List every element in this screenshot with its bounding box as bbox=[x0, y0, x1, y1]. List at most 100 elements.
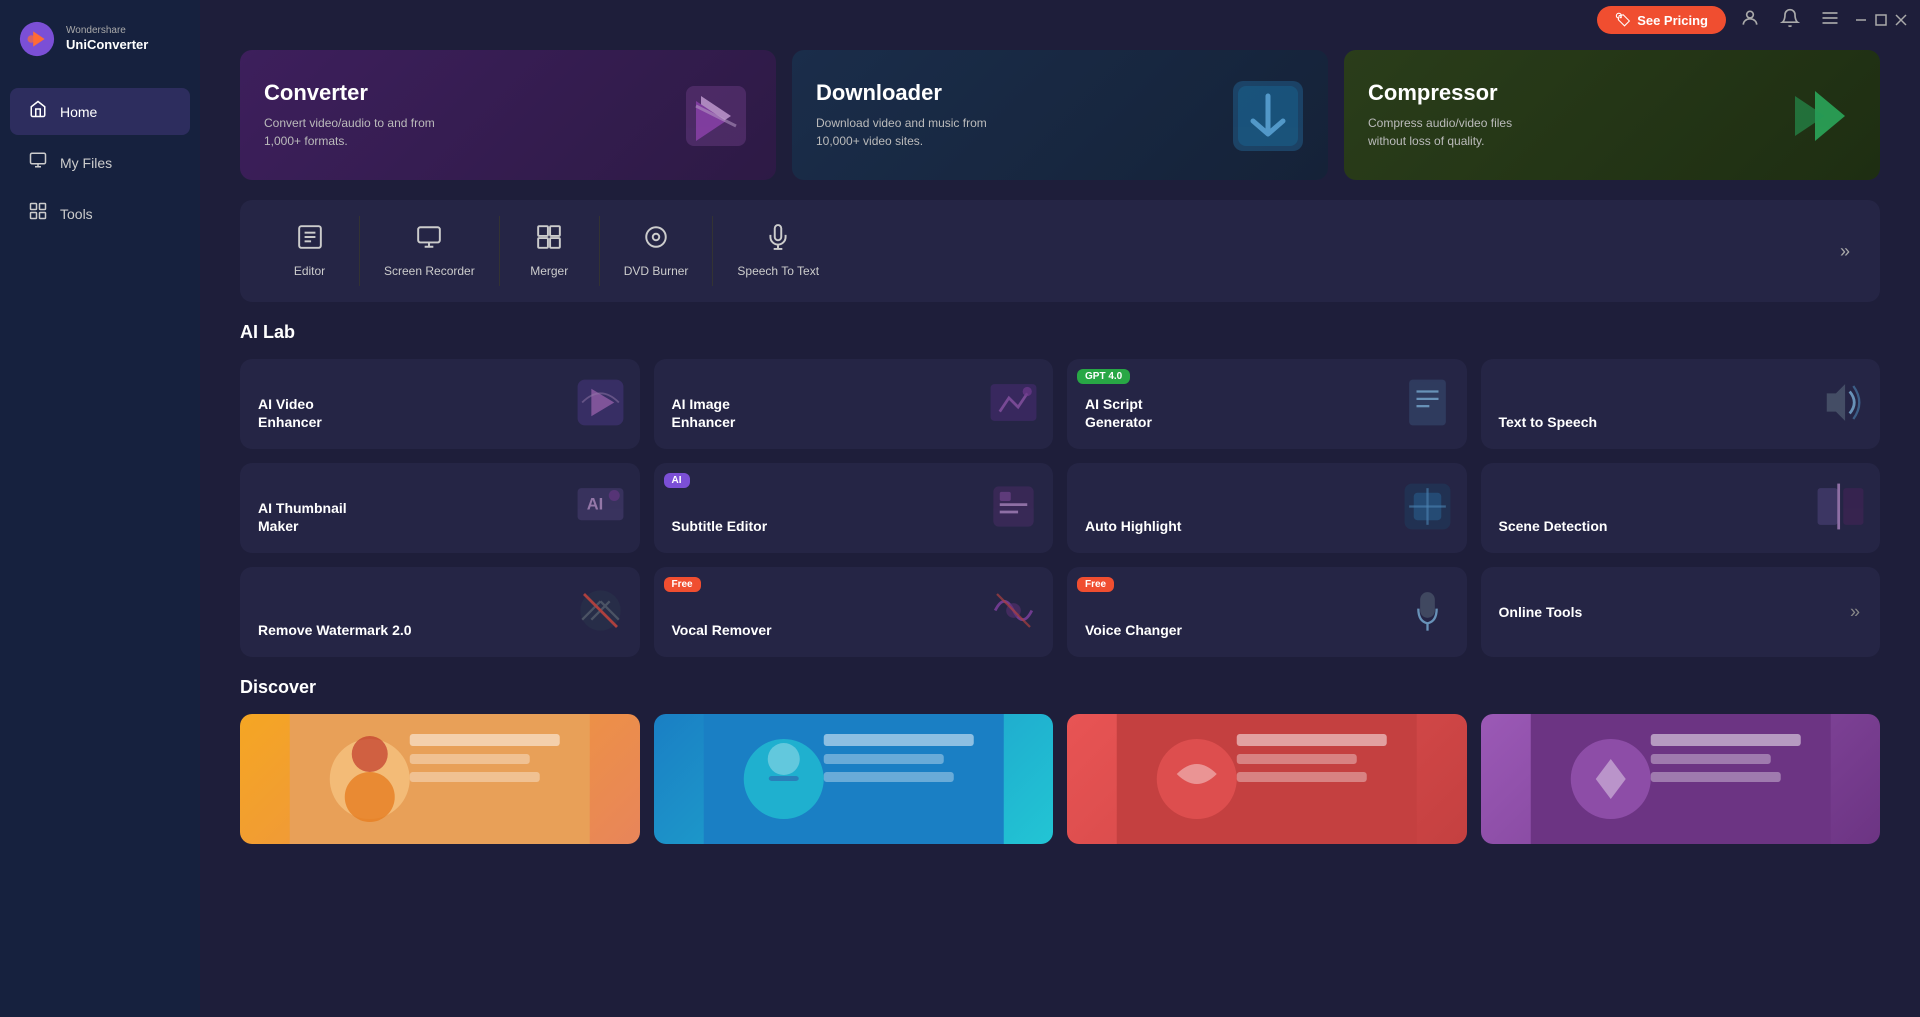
toolbar-items: Editor Screen Recorder bbox=[260, 216, 1830, 286]
vocal-remover-card[interactable]: Free Vocal Remover bbox=[654, 567, 1054, 657]
free-badge-vocal: Free bbox=[664, 577, 701, 592]
menu-icon[interactable] bbox=[1814, 4, 1846, 37]
scene-detection-label: Scene Detection bbox=[1499, 517, 1863, 535]
converter-desc: Convert video/audio to and from 1,000+ f… bbox=[264, 114, 444, 150]
ai-image-enhancer-label: AI ImageEnhancer bbox=[672, 395, 1036, 431]
ai-badge: AI bbox=[664, 473, 690, 488]
discover-image-3 bbox=[1067, 714, 1467, 844]
files-icon bbox=[28, 151, 48, 174]
subtitle-editor-label: Subtitle Editor bbox=[672, 517, 1036, 535]
ai-thumbnail-maker-label: AI ThumbnailMaker bbox=[258, 499, 622, 535]
dvd-burner-icon bbox=[643, 224, 669, 256]
sidebar-item-home[interactable]: Home bbox=[10, 88, 190, 135]
editor-icon bbox=[297, 224, 323, 256]
home-icon bbox=[28, 100, 48, 123]
discover-title: Discover bbox=[240, 677, 1880, 698]
free-badge-voice: Free bbox=[1077, 577, 1114, 592]
see-pricing-button[interactable]: 🏷 See Pricing bbox=[1597, 6, 1726, 34]
voice-changer-label: Voice Changer bbox=[1085, 621, 1449, 639]
compressor-icon bbox=[1780, 76, 1860, 170]
minimize-button[interactable] bbox=[1854, 13, 1868, 27]
my-files-label: My Files bbox=[60, 155, 112, 171]
product-name: UniConverter bbox=[66, 37, 148, 53]
subtitle-editor-icon bbox=[986, 479, 1041, 545]
dvd-burner-label: DVD Burner bbox=[624, 264, 689, 278]
online-tools-card[interactable]: Online Tools » bbox=[1481, 567, 1881, 657]
subtitle-editor-card[interactable]: AI Subtitle Editor bbox=[654, 463, 1054, 553]
text-to-speech-label: Text to Speech bbox=[1499, 413, 1863, 431]
vocal-remover-label: Vocal Remover bbox=[672, 621, 1036, 639]
online-tools-arrow-icon: » bbox=[1850, 602, 1860, 623]
compressor-desc: Compress audio/video files without loss … bbox=[1368, 114, 1548, 150]
notification-icon[interactable] bbox=[1774, 4, 1806, 37]
vocal-remover-icon bbox=[986, 583, 1041, 649]
remove-watermark-label: Remove Watermark 2.0 bbox=[258, 621, 622, 639]
ai-lab-grid: AI VideoEnhancer AI ImageEnhancer bbox=[240, 359, 1880, 657]
scene-detection-card[interactable]: Scene Detection bbox=[1481, 463, 1881, 553]
close-button[interactable] bbox=[1894, 13, 1908, 27]
text-to-speech-icon bbox=[1813, 375, 1868, 441]
downloader-icon bbox=[1228, 76, 1308, 170]
sidebar-item-my-files[interactable]: My Files bbox=[10, 139, 190, 186]
text-to-speech-card[interactable]: Text to Speech bbox=[1481, 359, 1881, 449]
auto-highlight-card[interactable]: Auto Highlight bbox=[1067, 463, 1467, 553]
ai-lab-title: AI Lab bbox=[240, 322, 1880, 343]
screen-recorder-label: Screen Recorder bbox=[384, 264, 475, 278]
discover-grid bbox=[240, 714, 1880, 844]
sidebar: Wondershare UniConverter Home My Files bbox=[0, 0, 200, 1017]
ai-thumbnail-maker-card[interactable]: AI ThumbnailMaker AI bbox=[240, 463, 640, 553]
converter-card[interactable]: Converter Convert video/audio to and fro… bbox=[240, 50, 776, 180]
window-controls bbox=[1854, 13, 1908, 27]
auto-highlight-icon bbox=[1400, 479, 1455, 545]
editor-label: Editor bbox=[294, 264, 325, 278]
discover-image-2 bbox=[654, 714, 1054, 844]
toolbar-more-button[interactable]: » bbox=[1830, 241, 1860, 262]
converter-icon bbox=[676, 76, 756, 170]
speech-to-text-label: Speech To Text bbox=[737, 264, 819, 278]
toolbar-editor[interactable]: Editor bbox=[260, 216, 360, 286]
downloader-desc: Download video and music from 10,000+ vi… bbox=[816, 114, 996, 150]
sidebar-item-tools[interactable]: Tools bbox=[10, 190, 190, 237]
tools-icon bbox=[28, 202, 48, 225]
tools-label: Tools bbox=[60, 206, 93, 222]
pricing-icon: 🏷 bbox=[1615, 12, 1632, 28]
discover-card-1[interactable] bbox=[240, 714, 640, 844]
maximize-button[interactable] bbox=[1874, 13, 1888, 27]
nav-items: Home My Files Tools bbox=[0, 78, 200, 247]
auto-highlight-label: Auto Highlight bbox=[1085, 517, 1449, 535]
hero-cards: Converter Convert video/audio to and fro… bbox=[240, 50, 1880, 180]
toolbar-dvd-burner[interactable]: DVD Burner bbox=[600, 216, 714, 286]
online-tools-label: Online Tools bbox=[1499, 603, 1583, 621]
speech-to-text-icon bbox=[765, 224, 791, 256]
gpt-badge: GPT 4.0 bbox=[1077, 369, 1130, 384]
content-area: Converter Convert video/audio to and fro… bbox=[200, 0, 1920, 864]
ai-image-enhancer-card[interactable]: AI ImageEnhancer bbox=[654, 359, 1054, 449]
brand-name: Wondershare bbox=[66, 25, 148, 37]
ai-video-enhancer-card[interactable]: AI VideoEnhancer bbox=[240, 359, 640, 449]
voice-changer-card[interactable]: Free Voice Changer bbox=[1067, 567, 1467, 657]
title-bar: 🏷 See Pricing bbox=[200, 0, 1920, 40]
remove-watermark-icon bbox=[573, 583, 628, 649]
discover-card-3[interactable] bbox=[1067, 714, 1467, 844]
merger-icon bbox=[536, 224, 562, 256]
discover-image-1 bbox=[240, 714, 640, 844]
toolbar-speech-to-text[interactable]: Speech To Text bbox=[713, 216, 843, 286]
discover-image-4 bbox=[1481, 714, 1881, 844]
compressor-card[interactable]: Compressor Compress audio/video files wi… bbox=[1344, 50, 1880, 180]
ai-script-generator-label: AI ScriptGenerator bbox=[1085, 395, 1449, 431]
remove-watermark-card[interactable]: Remove Watermark 2.0 bbox=[240, 567, 640, 657]
downloader-card[interactable]: Downloader Download video and music from… bbox=[792, 50, 1328, 180]
see-pricing-label: See Pricing bbox=[1637, 13, 1708, 28]
toolbar-strip: Editor Screen Recorder bbox=[240, 200, 1880, 302]
discover-card-4[interactable] bbox=[1481, 714, 1881, 844]
toolbar-screen-recorder[interactable]: Screen Recorder bbox=[360, 216, 500, 286]
scene-detection-icon bbox=[1813, 479, 1868, 545]
user-icon[interactable] bbox=[1734, 4, 1766, 37]
main-content: 🏷 See Pricing bbox=[200, 0, 1920, 1017]
toolbar-merger[interactable]: Merger bbox=[500, 216, 600, 286]
home-label: Home bbox=[60, 104, 97, 120]
ai-script-generator-card[interactable]: GPT 4.0 AI ScriptGenerator bbox=[1067, 359, 1467, 449]
screen-recorder-icon bbox=[416, 224, 442, 256]
discover-card-2[interactable] bbox=[654, 714, 1054, 844]
app-logo bbox=[18, 20, 56, 58]
